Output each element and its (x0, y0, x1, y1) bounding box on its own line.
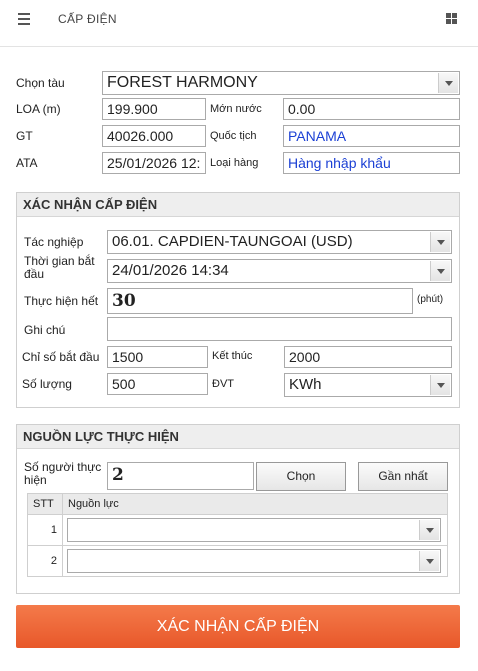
resource-count-label: Số người thực hiện (24, 461, 101, 487)
ship-select[interactable]: FOREST HARMONY (102, 71, 460, 95)
chevron-down-icon (419, 551, 439, 571)
choose-button[interactable]: Chọn (256, 462, 346, 491)
cargo-field[interactable]: Hàng nhập khẩu (283, 152, 460, 174)
column-resource: Nguồn lực (62, 493, 448, 515)
draft-field[interactable]: 0.00 (283, 98, 460, 120)
chevron-down-icon (430, 261, 450, 281)
nationality-label: Quốc tịch (210, 130, 257, 142)
row-resource-cell (62, 545, 448, 577)
ship-label: Chọn tàu (16, 76, 65, 90)
gt-label: GT (16, 129, 33, 143)
resource-panel-title: NGUỒN LỰC THỰC HIỆN (17, 425, 459, 449)
quantity-field[interactable]: 500 (107, 373, 208, 395)
duration-label: Thực hiện hết (24, 294, 99, 308)
quantity-label: Số lượng (22, 377, 72, 391)
note-field[interactable] (107, 317, 452, 341)
start-time-label: Thời gian bắt đầu (24, 255, 95, 281)
note-label: Ghi chú (24, 323, 66, 337)
chevron-down-icon (430, 232, 450, 252)
start-index-label: Chỉ số bắt đầu (22, 350, 100, 364)
chevron-down-icon (419, 520, 439, 540)
operation-select[interactable]: 06.01. CAPDIEN-TAUNGOAI (USD) (107, 230, 452, 254)
submit-button[interactable]: XÁC NHẬN CẤP ĐIỆN (16, 605, 460, 648)
resource-count-field[interactable]: 2 (107, 462, 254, 490)
loa-field[interactable]: 199.900 (102, 98, 206, 120)
table-header: STT Nguồn lực (27, 493, 448, 515)
grid-icon[interactable] (446, 13, 457, 24)
column-stt: STT (27, 493, 63, 515)
start-time-value: 24/01/2026 14:34 (112, 262, 229, 279)
duration-field[interactable]: 30 (107, 288, 413, 314)
top-bar: CẤP ĐIỆN (0, 0, 478, 47)
draft-label: Mớn nước (210, 103, 262, 115)
nationality-field[interactable]: PANAMA (283, 125, 460, 147)
resource-select[interactable] (67, 518, 441, 542)
page-title: CẤP ĐIỆN (58, 12, 117, 26)
ata-field[interactable]: 25/01/2026 12: (102, 152, 206, 174)
unit-select[interactable]: KWh (284, 373, 452, 397)
loa-label: LOA (m) (16, 102, 61, 116)
table-row: 1 (27, 514, 448, 546)
start-time-label-line2: đầu (24, 267, 45, 281)
gt-field[interactable]: 40026.000 (102, 125, 206, 147)
ata-label: ATA (16, 156, 38, 170)
unit-value: KWh (289, 376, 322, 393)
chevron-down-icon (430, 375, 450, 395)
resource-table: STT Nguồn lực 1 2 (27, 493, 448, 577)
menu-icon[interactable] (18, 13, 30, 25)
end-index-field[interactable]: 2000 (284, 346, 452, 368)
start-index-field[interactable]: 1500 (107, 346, 208, 368)
ship-value: FOREST HARMONY (107, 74, 258, 91)
unit-label: ĐVT (212, 378, 234, 390)
operation-label: Tác nghiệp (24, 235, 84, 249)
chevron-down-icon (438, 73, 458, 93)
confirm-panel-title: XÁC NHẬN CẤP ĐIỆN (17, 193, 459, 217)
duration-unit: (phút) (417, 294, 444, 305)
operation-value: 06.01. CAPDIEN-TAUNGOAI (USD) (112, 233, 353, 250)
row-stt: 2 (27, 545, 63, 577)
recent-button[interactable]: Gần nhất (358, 462, 448, 491)
cargo-label: Loại hàng (210, 157, 259, 169)
resource-count-label-line2: hiện (24, 473, 47, 487)
start-time-select[interactable]: 24/01/2026 14:34 (107, 259, 452, 283)
row-stt: 1 (27, 514, 63, 546)
end-index-label: Kết thúc (212, 350, 253, 362)
row-resource-cell (62, 514, 448, 546)
resource-select[interactable] (67, 549, 441, 573)
table-row: 2 (27, 545, 448, 577)
